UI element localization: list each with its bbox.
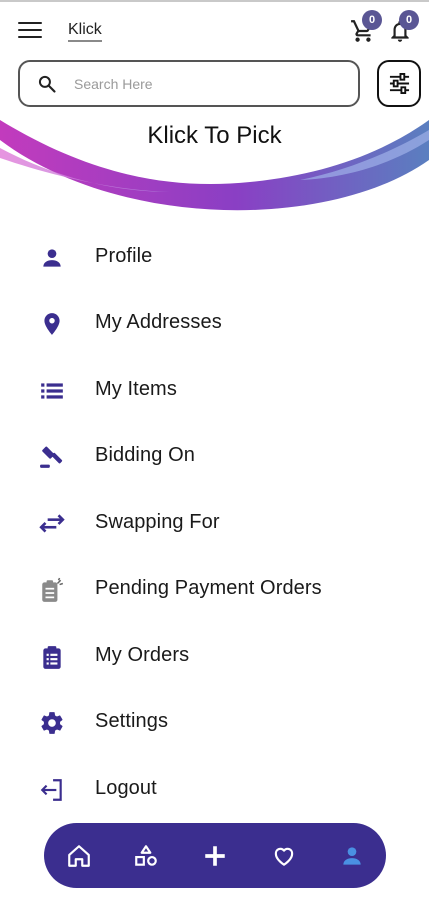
search-input[interactable] <box>74 70 344 98</box>
gavel-icon <box>40 446 63 468</box>
cart-count-badge: 0 <box>362 10 382 30</box>
categories-icon <box>135 845 157 866</box>
bottom-navigation <box>44 823 386 888</box>
filter-button[interactable] <box>377 60 421 107</box>
search-icon <box>38 75 56 93</box>
home-icon <box>68 845 90 867</box>
app-title[interactable]: Klick <box>68 21 102 42</box>
menu-item-my-orders[interactable]: My Orders <box>0 628 429 684</box>
menu-item-profile[interactable]: Profile <box>0 229 429 285</box>
list-icon <box>41 383 63 399</box>
pending-clipboard-icon <box>42 577 64 602</box>
nav-add-button[interactable] <box>200 841 230 871</box>
search-box <box>18 60 360 107</box>
menu-item-label: My Addresses <box>95 311 222 333</box>
status-divider <box>0 0 429 2</box>
menu-item-label: Pending Payment Orders <box>95 577 322 599</box>
menu-item-logout[interactable]: Logout <box>0 761 429 817</box>
clipboard-list-icon <box>43 646 61 669</box>
nav-categories-button[interactable] <box>131 841 161 871</box>
person-icon <box>43 249 61 267</box>
nav-home-button[interactable] <box>64 841 94 871</box>
menu-item-swapping-for[interactable]: Swapping For <box>0 495 429 551</box>
heart-icon <box>274 847 294 866</box>
notifications-button[interactable]: 0 <box>387 10 419 46</box>
gear-icon <box>41 712 63 734</box>
menu-item-my-items[interactable]: My Items <box>0 362 429 418</box>
add-icon <box>205 846 225 866</box>
menu-item-label: Profile <box>95 245 153 267</box>
menu-item-label: Settings <box>95 710 169 732</box>
location-pin-icon <box>44 313 60 335</box>
menu-item-bidding-on[interactable]: Bidding On <box>0 428 429 484</box>
menu-item-my-addresses[interactable]: My Addresses <box>0 295 429 351</box>
nav-profile-button[interactable] <box>337 841 367 871</box>
menu-icon[interactable] <box>18 22 42 40</box>
filter-sliders-icon <box>389 73 410 94</box>
banner-title: Klick To Pick <box>147 122 282 149</box>
menu-item-label: Logout <box>95 777 157 799</box>
swap-arrows-icon <box>39 514 65 533</box>
menu-item-settings[interactable]: Settings <box>0 694 429 750</box>
menu-item-label: Swapping For <box>95 511 220 533</box>
menu-item-label: Bidding On <box>95 444 195 466</box>
notification-count-badge: 0 <box>399 10 419 30</box>
menu-item-label: My Items <box>95 378 177 400</box>
profile-icon <box>343 847 361 865</box>
nav-favorites-button[interactable] <box>269 841 299 871</box>
app-bar: Klick 0 0 <box>0 4 429 56</box>
menu-item-label: My Orders <box>95 644 190 666</box>
menu-item-pending-payment-orders[interactable]: Pending Payment Orders <box>0 561 429 617</box>
logout-icon <box>40 779 62 801</box>
cart-button[interactable]: 0 <box>350 10 382 46</box>
